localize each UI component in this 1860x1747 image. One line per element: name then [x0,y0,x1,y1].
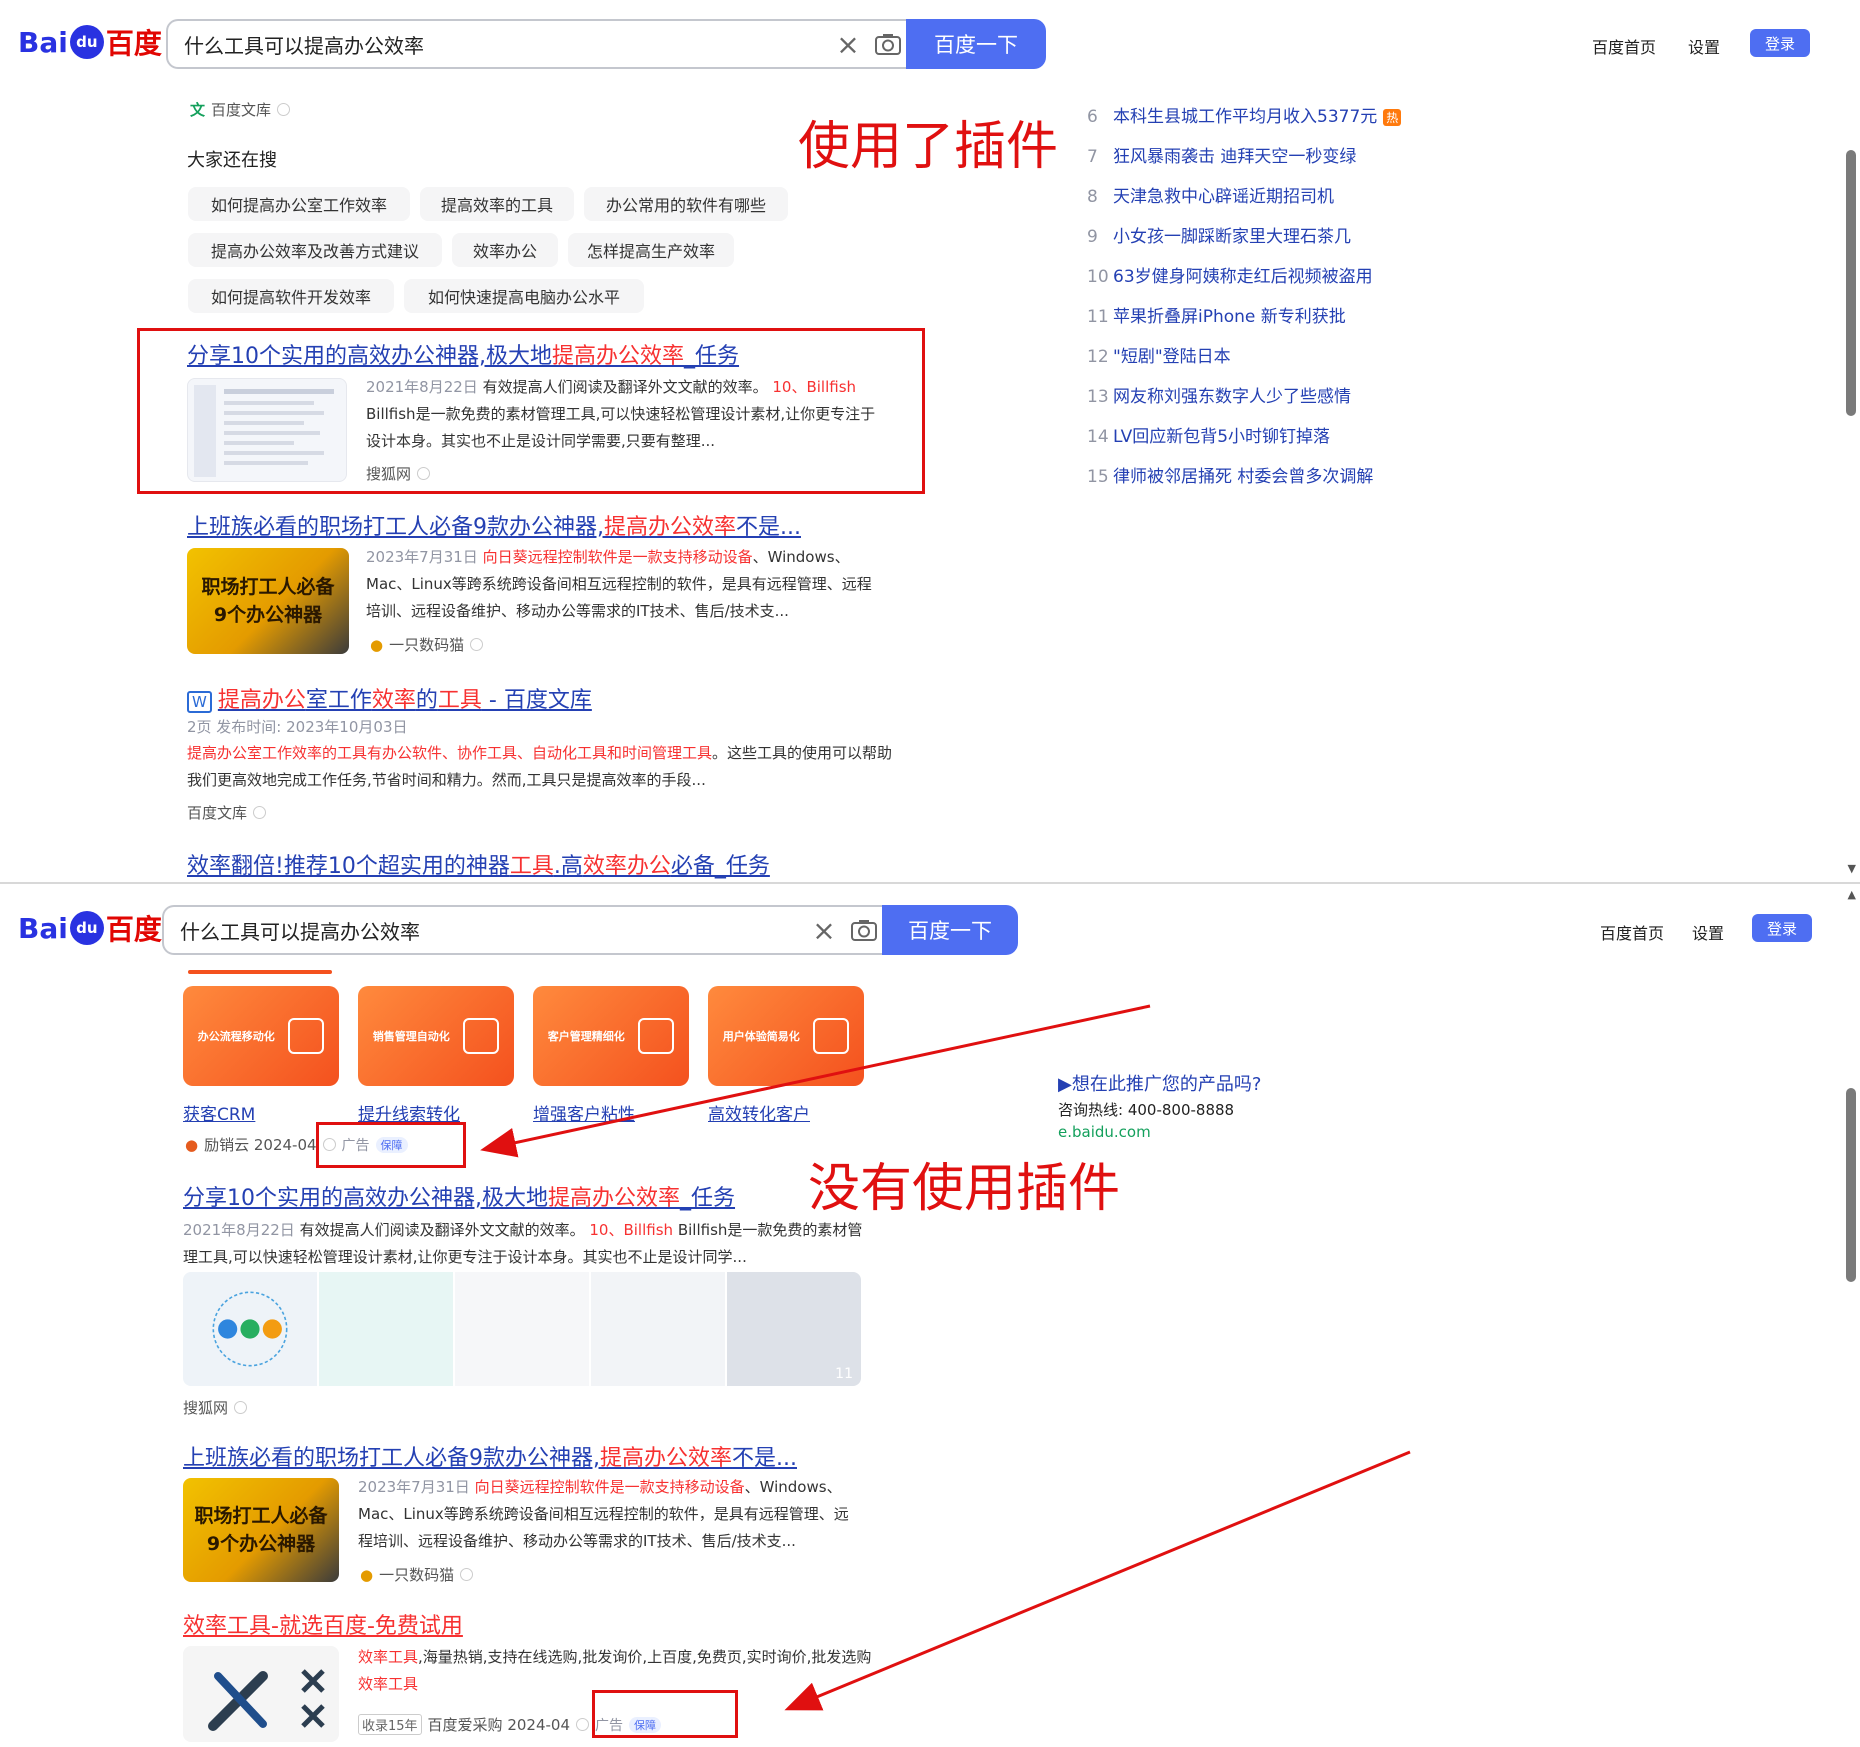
scrollbar-thumb[interactable] [1846,1088,1856,1282]
wenku-icon: 文 [190,101,206,119]
result-snippet: 提高办公室工作效率的工具有办公软件、协作工具、自动化工具和时间管理工具。这些工具… [187,744,893,789]
result-source: 百度文库 [187,802,267,823]
result-meta: 2页 发布时间: 2023年10月03日 [187,718,408,736]
home-link[interactable]: 百度首页 [1592,34,1656,58]
related-tag[interactable]: 如何提高办公室工作效率 [188,187,410,221]
hot-list-item[interactable]: 7 狂风暴雨袭击 迪拜天空一秒变绿 [1087,142,1356,167]
result-title[interactable]: 效率翻倍!推荐10个超实用的神器工具.高效率办公必备_任务 [187,848,770,880]
camera-icon[interactable] [868,33,908,55]
result-title[interactable]: W 提高办公室工作效率的工具 - 百度文库 [187,682,592,714]
annotation-arrows [480,1004,1411,1711]
related-tag[interactable]: 如何提高软件开发效率 [188,279,394,313]
related-tag[interactable]: 怎样提高生产效率 [568,233,734,267]
result-source: ● 一只数码猫 [370,634,484,655]
related-heading: 大家还在搜 [187,150,277,171]
cat-avatar-icon: ● [370,635,384,654]
scrollbar[interactable]: ▲ [1840,884,1860,1747]
search-button[interactable]: 百度一下 [906,19,1046,69]
result-thumbnail[interactable]: 职场打工人必备 9个办公神器 [187,548,349,654]
arrow-to-ad-2 [784,1450,1411,1711]
hot-badge: 热 [1383,109,1402,126]
scrollbar-thumb[interactable] [1846,150,1856,416]
login-button[interactable]: 登录 [1750,29,1810,57]
related-tag[interactable]: 如何快速提高电脑办公水平 [404,279,644,313]
hot-list-item[interactable]: 12 "短剧"登陆日本 [1087,342,1231,367]
result-title[interactable]: 上班族必看的职场打工人必备9款办公神器,提高办公效率不是... [187,509,801,541]
paw-icon: du [69,25,104,59]
hot-list-item[interactable]: 11 苹果折叠屏iPhone 新专利获批 [1087,302,1346,327]
hot-list-item[interactable]: 13 网友称刘强东数字人少了些感情 [1087,382,1351,407]
search-box: × [166,19,908,69]
result-snippet: 2023年7月31日 向日葵远程控制软件是一款支持移动设备、Windows、Ma… [366,548,872,620]
doc-source-row: 文 百度文库 [190,99,291,120]
annotation-with-plugin: 使用了插件 [798,117,1059,177]
hot-list-item[interactable]: 9 小女孩一脚踩断家里大理石茶几 [1087,222,1351,247]
search-input[interactable] [168,22,828,66]
scroll-up-arrow-icon[interactable]: ▲ [1848,888,1856,901]
info-icon[interactable] [277,103,291,116]
related-tag[interactable]: 办公常用的软件有哪些 [584,187,788,221]
word-doc-icon: W [187,691,212,713]
related-tag[interactable]: 提高办公效率及改善方式建议 [188,233,442,267]
related-tag[interactable]: 效率办公 [452,233,558,267]
screenshot-without-plugin: Bai du 百度 × 百度一下 百度首页 设置 登录 办公流程移动化 销售管理… [0,884,1860,1747]
scroll-down-arrow-icon[interactable]: ▼ [1848,862,1856,875]
arrow-to-ad-1 [480,1004,1151,1158]
clear-icon[interactable]: × [828,28,868,61]
highlight-box [137,328,925,494]
baidu-logo[interactable]: Bai du 百度 [18,22,162,62]
related-tag[interactable]: 提高效率的工具 [420,187,574,221]
scrollbar[interactable]: ▼ [1840,0,1860,882]
hot-list-item[interactable]: 14 LV回应新包背5小时铆钉掉落 [1087,422,1330,447]
hot-list-item[interactable]: 10 63岁健身阿姨称走红后视频被盗用 [1087,262,1373,287]
hot-list-item[interactable]: 8 天津急救中心辟谣近期招司机 [1087,182,1334,207]
hot-list-item[interactable]: 15 律师被邻居捅死 村委会曾多次调解 [1087,462,1373,487]
info-icon[interactable] [470,638,484,651]
info-icon[interactable] [253,806,267,819]
hot-list-item[interactable]: 6 本科生县城工作平均月收入5377元热 [1087,102,1402,127]
screenshot-with-plugin: Bai du 百度 × 百度一下 百度首页 设置 登录 文 百度文库 大家还在搜… [0,0,1860,882]
settings-link[interactable]: 设置 [1688,34,1720,58]
